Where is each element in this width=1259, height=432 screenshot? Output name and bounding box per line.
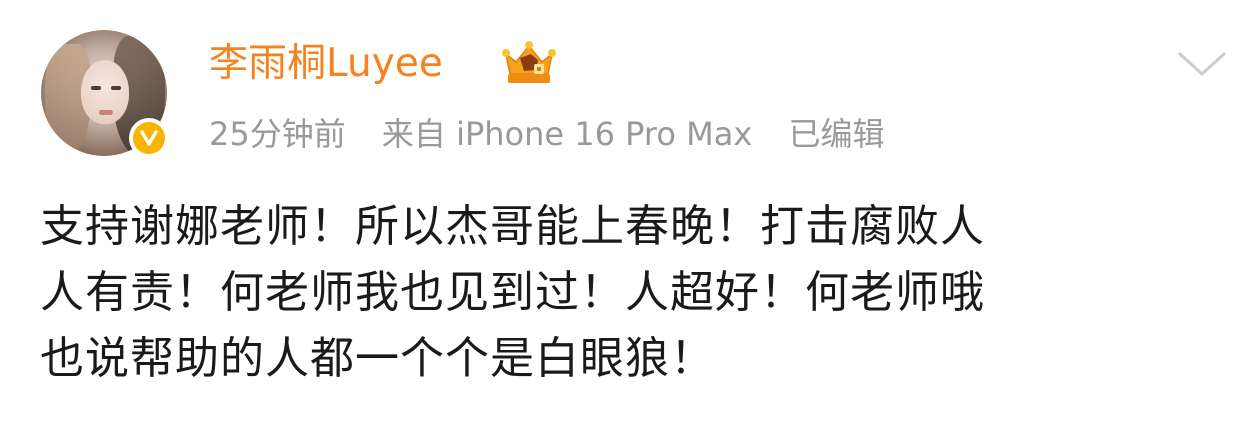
post-meta: 25分钟前 来自 iPhone 16 Pro Max 已编辑	[209, 108, 884, 160]
username[interactable]: 李雨桐Luyee	[209, 36, 443, 92]
post-time: 25分钟前	[209, 115, 346, 153]
content-line: 也说帮助的人都一个个是白眼狼！	[40, 333, 715, 384]
chevron-down-icon[interactable]	[1176, 44, 1228, 80]
content-line: 支持谢娜老师！所以杰哥能上春晚！打击腐败人	[40, 201, 985, 252]
content-line: 人有责！何老师我也见到过！人超好！何老师哦	[40, 267, 985, 318]
post-source: 来自 iPhone 16 Pro Max	[381, 115, 753, 153]
crown-icon[interactable]	[498, 40, 560, 88]
avatar-container[interactable]	[41, 30, 169, 158]
verified-v-icon	[129, 118, 169, 158]
edited-label[interactable]: 已编辑	[788, 115, 884, 153]
post-content: 支持谢娜老师！所以杰哥能上春晚！打击腐败人 人有责！何老师我也见到过！人超好！何…	[40, 194, 1220, 392]
weibo-post: 李雨桐Luyee 25分钟前 来自 iPhone 16 Pro Max 已编辑 …	[0, 0, 1259, 432]
